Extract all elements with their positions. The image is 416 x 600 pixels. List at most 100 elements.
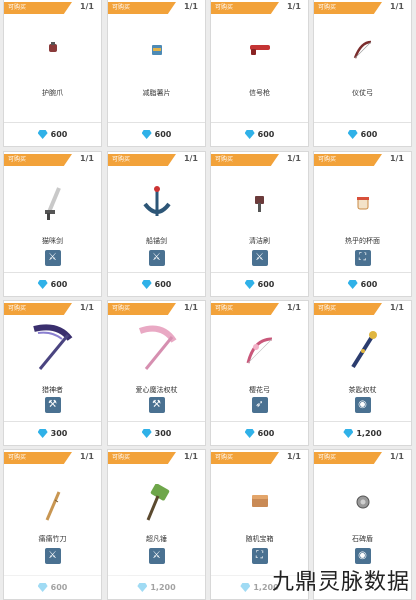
purchasable-tag: 可购买: [108, 303, 176, 315]
diamond-icon: [141, 130, 152, 139]
bamboo-sword-icon: [45, 491, 60, 521]
diamond-icon: [141, 280, 152, 289]
diamond-icon: [343, 429, 354, 438]
price-button[interactable]: 600: [108, 122, 205, 146]
item-type-globe-icon: ◉: [354, 548, 371, 564]
diamond-icon: [347, 280, 358, 289]
price: 600: [257, 130, 275, 139]
stock-count: 1/1: [79, 452, 94, 461]
price-button[interactable]: 1,200: [314, 421, 411, 445]
stock-count: 1/1: [183, 452, 198, 461]
price-button[interactable]: 600: [4, 575, 101, 599]
stock-count: 1/1: [389, 452, 404, 461]
weapon-type-sword-icon: ⚔: [44, 250, 61, 266]
price: 600: [360, 280, 378, 289]
item-name: 护腕爪: [42, 89, 63, 97]
price: 600: [257, 280, 275, 289]
purchasable-tag: 可购买: [4, 154, 72, 166]
item-shop-grid: 可购买 1/1 护腕爪 600 可购买 1/1 减脂薯片 600 可购买 1/1…: [0, 0, 416, 600]
item-name: 减脂薯片: [142, 89, 171, 97]
stock-count: 1/1: [286, 2, 301, 11]
shop-card[interactable]: 可购买 1/1 热乎的杯面 ⛶ 600: [313, 151, 412, 297]
price-button[interactable]: 600: [211, 421, 308, 445]
stock-count: 1/1: [389, 2, 404, 11]
stock-count: 1/1: [79, 2, 94, 11]
shop-card[interactable]: 可购买 1/1 超凡锤 ⚔ 1,200: [107, 449, 206, 600]
weapon-type-sword-icon: ⚔: [251, 250, 268, 266]
item-type-basket-icon: ⛶: [354, 250, 371, 266]
diamond-icon: [347, 130, 358, 139]
weapon-type-staff-icon: ⚒: [44, 397, 61, 413]
gauntlet-icon: [48, 42, 57, 52]
price-button[interactable]: 1,200: [108, 575, 205, 599]
diamond-icon: [37, 583, 48, 592]
price: 600: [50, 130, 68, 139]
price-button[interactable]: 600: [211, 272, 308, 296]
price-button[interactable]: 300: [108, 421, 205, 445]
stock-count: 1/1: [286, 154, 301, 163]
heart-scythe-icon: [138, 325, 176, 370]
price-button[interactable]: 600: [4, 122, 101, 146]
item-name: 爱心魔法权杖: [135, 386, 178, 394]
price-button[interactable]: 600: [314, 122, 411, 146]
shop-card[interactable]: 可购买 1/1 清洁刷 ⚔ 600: [210, 151, 309, 297]
price: 300: [50, 429, 68, 438]
stock-count: 1/1: [79, 303, 94, 312]
price-button[interactable]: 600: [4, 272, 101, 296]
diamond-icon: [37, 429, 48, 438]
shop-card[interactable]: 可购买 1/1 樱花弓 ➶ 600: [210, 300, 309, 446]
purchasable-tag: 可购买: [4, 2, 72, 14]
stock-count: 1/1: [183, 154, 198, 163]
item-name: 船锚剑: [146, 237, 167, 245]
purchasable-tag: 可购买: [314, 154, 382, 166]
price-button[interactable]: 600: [211, 122, 308, 146]
price: 600: [154, 280, 172, 289]
stock-count: 1/1: [183, 2, 198, 11]
purchasable-tag: 可购买: [211, 303, 279, 315]
diamond-icon: [244, 429, 255, 438]
watermark-text: 九鼎灵脉数据: [271, 570, 410, 595]
shop-card[interactable]: 可购买 1/1 猎神者 ⚒ 300: [3, 300, 102, 446]
flare-gun-icon: [249, 45, 270, 55]
diamond-icon: [240, 583, 251, 592]
weapon-type-sword-icon: ⚔: [148, 250, 165, 266]
cup-noodle-icon: [356, 197, 369, 210]
shop-card[interactable]: 可购买 1/1 仪仗弓 600: [313, 0, 412, 147]
price: 600: [50, 280, 68, 289]
stock-count: 1/1: [79, 154, 94, 163]
shop-card[interactable]: 可购买 1/1 船锚剑 ⚔ 600: [107, 151, 206, 297]
diamond-icon: [244, 130, 255, 139]
price: 600: [257, 429, 275, 438]
item-name: 痛痛竹刀: [38, 535, 67, 543]
weapon-type-sword-icon: ⚔: [148, 548, 165, 564]
shop-card[interactable]: 可购买 1/1 茶匙权杖 ◉ 1,200: [313, 300, 412, 446]
price-button[interactable]: 600: [314, 272, 411, 296]
diamond-icon: [141, 429, 152, 438]
shop-card[interactable]: 可购买 1/1 减脂薯片 600: [107, 0, 206, 147]
shop-card[interactable]: 可购买 1/1 痛痛竹刀 ⚔ 600: [3, 449, 102, 600]
shop-card[interactable]: 可购买 1/1 信号枪 600: [210, 0, 309, 147]
purchasable-tag: 可购买: [314, 2, 382, 14]
shield-icon: [356, 495, 369, 509]
item-name: 超凡锤: [146, 535, 167, 543]
purchasable-tag: 可购买: [314, 303, 382, 315]
item-name: 清洁刷: [249, 237, 270, 245]
item-name: 随机宝箱: [245, 535, 274, 543]
shop-card[interactable]: 可购买 1/1 猫咪剑 ⚔ 600: [3, 151, 102, 297]
hammer-icon: [146, 484, 169, 521]
price-button[interactable]: 600: [108, 272, 205, 296]
price: 600: [50, 583, 68, 592]
stock-count: 1/1: [183, 303, 198, 312]
brush-icon: [254, 196, 264, 212]
price: 1,200: [356, 429, 382, 438]
price-button[interactable]: 300: [4, 421, 101, 445]
shop-card[interactable]: 可购买 1/1 爱心魔法权杖 ⚒ 300: [107, 300, 206, 446]
purchasable-tag: 可购买: [108, 2, 176, 14]
purchasable-tag: 可购买: [4, 303, 72, 315]
item-name: 樱花弓: [249, 386, 270, 394]
stock-count: 1/1: [389, 303, 404, 312]
sword-icon: [44, 187, 61, 220]
sakura-bow-icon: [246, 337, 272, 364]
item-name: 猎神者: [42, 386, 63, 394]
shop-card[interactable]: 可购买 1/1 护腕爪 600: [3, 0, 102, 147]
